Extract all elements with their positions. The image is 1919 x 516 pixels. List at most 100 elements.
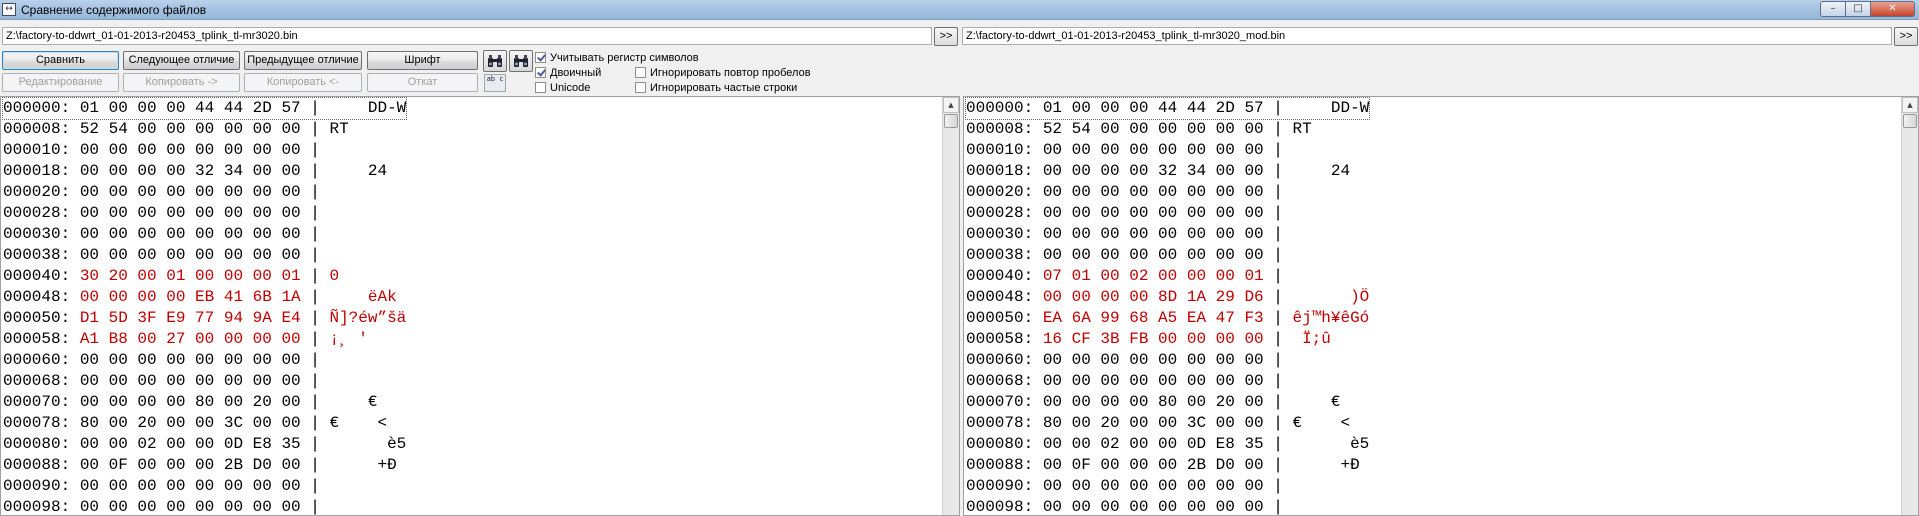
- close-button[interactable]: ✕: [1871, 1, 1915, 17]
- row-offset: 000010:: [966, 141, 1043, 159]
- hex-row[interactable]: 000080: 00 00 02 00 00 0D E8 35 | è5: [966, 434, 1369, 455]
- scroll-thumb[interactable]: [1903, 114, 1917, 128]
- checkbox-box[interactable]: [535, 82, 546, 93]
- right-scrollbar[interactable]: ▲: [1901, 97, 1918, 515]
- scroll-up-icon[interactable]: ▲: [943, 97, 959, 113]
- ignore-space-repeat-checkbox[interactable]: Игнорировать повтор пробелов: [635, 66, 811, 79]
- hex-row[interactable]: 000080: 00 00 02 00 00 0D E8 35 | è5: [3, 434, 406, 455]
- hex-row[interactable]: 000048: 00 00 00 00 EB 41 6B 1A | ëAk: [3, 287, 406, 308]
- rollback-button[interactable]: Откат: [367, 73, 478, 92]
- hex-row[interactable]: 000000: 01 00 00 00 44 44 2D 57 | DD-W: [964, 97, 1371, 120]
- edit-button[interactable]: Редактирование: [2, 73, 119, 92]
- hex-row[interactable]: 000010: 00 00 00 00 00 00 00 00 |: [966, 140, 1369, 161]
- hex-row[interactable]: 000050: D1 5D 3F E9 77 94 9A E4 | Ñ]?éw”…: [3, 308, 406, 329]
- hex-row[interactable]: 000078: 80 00 20 00 00 3C 00 00 | € <: [966, 413, 1369, 434]
- hex-row[interactable]: 000020: 00 00 00 00 00 00 00 00 |: [3, 182, 406, 203]
- checkbox-box[interactable]: [535, 67, 546, 78]
- scroll-up-icon[interactable]: ▲: [1902, 97, 1918, 113]
- row-separator: |: [1263, 99, 1293, 117]
- ignore-space-repeat-label: Игнорировать повтор пробелов: [650, 66, 811, 79]
- hex-row[interactable]: 000028: 00 00 00 00 00 00 00 00 |: [3, 203, 406, 224]
- find-button[interactable]: [483, 50, 507, 72]
- hex-row[interactable]: 000088: 00 0F 00 00 00 2B D0 00 | +Đ: [966, 455, 1369, 476]
- row-offset: 000048:: [966, 288, 1043, 306]
- left-file-path-field[interactable]: Z:\factory-to-ddwrt_01-01-2013-r20453_tp…: [2, 27, 932, 45]
- hex-row[interactable]: 000060: 00 00 00 00 00 00 00 00 |: [966, 350, 1369, 371]
- row-separator: |: [1263, 267, 1293, 285]
- hex-row[interactable]: 000028: 00 00 00 00 00 00 00 00 |: [966, 203, 1369, 224]
- row-hex-bytes: 00 00 00 00 00 00 00 00: [1042, 246, 1264, 264]
- row-separator: |: [300, 162, 330, 180]
- checkbox-box[interactable]: [535, 52, 546, 63]
- row-separator: |: [1263, 477, 1293, 495]
- row-offset: 000078:: [966, 414, 1043, 432]
- checkbox-box[interactable]: [635, 67, 646, 78]
- hex-row[interactable]: 000000: 01 00 00 00 44 44 2D 57 | DD-W: [1, 97, 408, 120]
- hex-row[interactable]: 000070: 00 00 00 00 80 00 20 00 | €: [966, 392, 1369, 413]
- left-browse-button[interactable]: >>: [934, 27, 958, 46]
- font-preview-icon[interactable]: ab c: [484, 74, 506, 92]
- hex-row[interactable]: 000090: 00 00 00 00 00 00 00 00 |: [966, 476, 1369, 497]
- hex-row[interactable]: 000030: 00 00 00 00 00 00 00 00 |: [3, 224, 406, 245]
- hex-row[interactable]: 000038: 00 00 00 00 00 00 00 00 |: [966, 245, 1369, 266]
- hex-row[interactable]: 000040: 07 01 00 02 00 00 00 01 |: [966, 266, 1369, 287]
- hex-row[interactable]: 000058: A1 B8 00 27 00 00 00 00 | ¡¸ ': [3, 329, 406, 350]
- row-separator: |: [300, 435, 330, 453]
- row-hex-bytes: 00 00 00 00 00 00 00 00: [79, 372, 301, 390]
- hex-row[interactable]: 000048: 00 00 00 00 8D 1A 29 D6 | )Ö: [966, 287, 1369, 308]
- checkbox-box[interactable]: [635, 82, 646, 93]
- row-offset: 000008:: [966, 120, 1043, 138]
- compare-button[interactable]: Сравнить: [2, 51, 119, 70]
- binoculars-next-icon: [514, 55, 528, 67]
- row-separator: |: [1263, 414, 1293, 432]
- hex-row[interactable]: 000020: 00 00 00 00 00 00 00 00 |: [966, 182, 1369, 203]
- prev-diff-button[interactable]: Предыдущее отличие: [244, 51, 362, 70]
- hex-row[interactable]: 000068: 00 00 00 00 00 00 00 00 |: [3, 371, 406, 392]
- font-button[interactable]: Шрифт: [367, 51, 478, 70]
- hex-row[interactable]: 000038: 00 00 00 00 00 00 00 00 |: [3, 245, 406, 266]
- find-next-button[interactable]: [509, 50, 533, 72]
- left-scrollbar[interactable]: ▲: [942, 97, 959, 515]
- right-file-path-field[interactable]: Z:\factory-to-ddwrt_01-01-2013-r20453_tp…: [962, 27, 1892, 45]
- maximize-button[interactable]: □: [1846, 1, 1871, 17]
- next-diff-button[interactable]: Следующее отличие: [123, 51, 240, 70]
- hex-row[interactable]: 000008: 52 54 00 00 00 00 00 00 | RT: [3, 119, 406, 140]
- hex-row[interactable]: 000078: 80 00 20 00 00 3C 00 00 | € <: [3, 413, 406, 434]
- row-hex-bytes: 00 00 00 00 00 00 00 00: [1042, 477, 1264, 495]
- row-separator: |: [1263, 288, 1293, 306]
- hex-row[interactable]: 000058: 16 CF 3B FB 00 00 00 00 | Ï;û: [966, 329, 1369, 350]
- row-separator: |: [1263, 225, 1293, 243]
- hex-row[interactable]: 000090: 00 00 00 00 00 00 00 00 |: [3, 476, 406, 497]
- row-ascii-text: ëAk: [329, 288, 397, 306]
- hex-row[interactable]: 000060: 00 00 00 00 00 00 00 00 |: [3, 350, 406, 371]
- unicode-checkbox[interactable]: Unicode: [535, 81, 590, 94]
- hex-row[interactable]: 000068: 00 00 00 00 00 00 00 00 |: [966, 371, 1369, 392]
- match-case-checkbox[interactable]: Учитывать регистр символов: [535, 51, 699, 64]
- hex-row[interactable]: 000050: EA 6A 99 68 A5 EA 47 F3 | êj™h¥ê…: [966, 308, 1369, 329]
- row-hex-bytes: EA 6A 99 68 A5 EA 47 F3: [1042, 309, 1264, 327]
- hex-row[interactable]: 000070: 00 00 00 00 80 00 20 00 | €: [3, 392, 406, 413]
- right-browse-button[interactable]: >>: [1894, 27, 1918, 46]
- hex-row[interactable]: 000008: 52 54 00 00 00 00 00 00 | RT: [966, 119, 1369, 140]
- hex-row[interactable]: 000088: 00 0F 00 00 00 2B D0 00 | +Đ: [3, 455, 406, 476]
- row-separator: |: [300, 225, 330, 243]
- row-ascii-text: € <: [329, 414, 388, 432]
- hex-row[interactable]: 000098: 00 00 00 00 00 00 00 00 |: [966, 497, 1369, 515]
- row-offset: 000080:: [966, 435, 1043, 453]
- hex-row[interactable]: 000098: 00 00 00 00 00 00 00 00 |: [3, 497, 406, 515]
- copy-left-button[interactable]: Копировать <-: [244, 73, 362, 92]
- hex-row[interactable]: 000018: 00 00 00 00 32 34 00 00 | 24: [966, 161, 1369, 182]
- binary-checkbox[interactable]: Двоичный: [535, 66, 601, 79]
- hex-row[interactable]: 000030: 00 00 00 00 00 00 00 00 |: [966, 224, 1369, 245]
- left-hex-pane[interactable]: 000000: 01 00 00 00 44 44 2D 57 | DD-W 00…: [0, 96, 960, 516]
- hex-row[interactable]: 000010: 00 00 00 00 00 00 00 00 |: [3, 140, 406, 161]
- scroll-thumb[interactable]: [944, 114, 958, 128]
- row-hex-bytes: 80 00 20 00 00 3C 00 00: [79, 414, 301, 432]
- row-hex-bytes: 00 00 00 00 00 00 00 00: [1042, 183, 1264, 201]
- copy-right-button[interactable]: Копировать ->: [123, 73, 240, 92]
- hex-row[interactable]: 000018: 00 00 00 00 32 34 00 00 | 24: [3, 161, 406, 182]
- hex-row[interactable]: 000040: 30 20 00 01 00 00 00 01 | 0: [3, 266, 406, 287]
- minimize-button[interactable]: –: [1820, 1, 1846, 17]
- ignore-frequent-checkbox[interactable]: Игнорировать частые строки: [635, 81, 797, 94]
- right-hex-pane[interactable]: 000000: 01 00 00 00 44 44 2D 57 | DD-W 00…: [963, 96, 1919, 516]
